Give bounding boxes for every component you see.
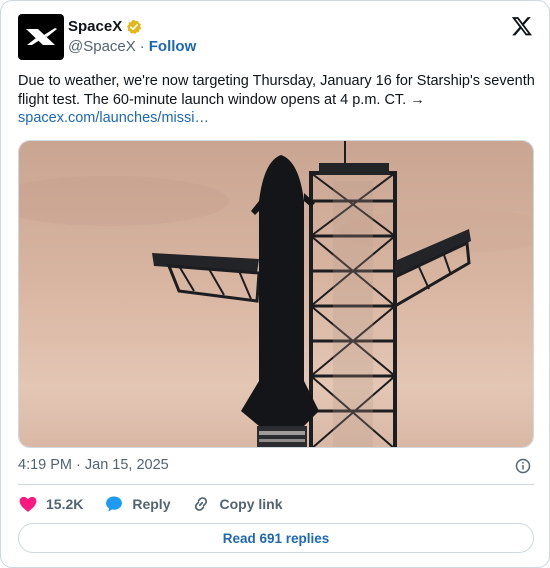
- like-button[interactable]: 15.2K: [18, 494, 83, 514]
- spacex-logo-icon: [26, 28, 57, 45]
- reply-bubble-icon: [106, 496, 123, 512]
- separator-dot: ·: [139, 38, 145, 55]
- author-name-row: SpaceX: [68, 18, 142, 35]
- link-icon: [195, 497, 208, 511]
- author-handle[interactable]: @SpaceX: [68, 38, 136, 55]
- copy-link-label: Copy link: [219, 496, 283, 512]
- author-handle-row: @SpaceX · Follow: [68, 38, 196, 55]
- author-display-name[interactable]: SpaceX: [68, 18, 122, 35]
- verified-badge-icon: [127, 19, 142, 34]
- tweet-photo[interactable]: [18, 140, 534, 448]
- tweet-timestamp[interactable]: 4:19 PM · Jan 15, 2025: [18, 457, 169, 473]
- like-count: 15.2K: [46, 496, 84, 512]
- tweet-actions: 15.2K Reply Copy link: [18, 493, 304, 515]
- tweet-text: Due to weather, we're now targeting Thur…: [18, 73, 535, 108]
- follow-button[interactable]: Follow: [149, 38, 197, 55]
- divider: [18, 484, 534, 485]
- copy-link-button[interactable]: Copy link: [191, 494, 283, 514]
- reply-label: Reply: [132, 496, 171, 512]
- starship-launch-tower-image: [19, 141, 533, 447]
- tweet-link[interactable]: spacex.com/launches/missi…: [18, 109, 209, 128]
- heart-icon: [19, 496, 37, 512]
- reply-button[interactable]: Reply: [104, 494, 170, 514]
- x-logo-icon[interactable]: [511, 15, 533, 37]
- avatar[interactable]: [18, 14, 64, 60]
- read-replies-button[interactable]: Read 691 replies: [18, 523, 534, 553]
- info-icon[interactable]: [515, 458, 531, 474]
- tweet-card: SpaceX @SpaceX · Follow Due to weather, …: [0, 0, 550, 568]
